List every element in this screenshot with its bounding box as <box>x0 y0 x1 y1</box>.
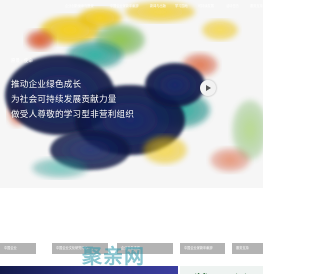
hero-banner: 企业创新使命与愿景 中国企业家新年献辞 新闻与出版 学习园地 可持续发展 活动日… <box>0 0 263 188</box>
nav-item-calendar[interactable]: 活动日历 <box>226 2 239 10</box>
tab-enterprise[interactable]: 中国企业 <box>0 243 36 254</box>
hero-headline-line-3: 做受人尊敬的学习型非营利组织 <box>11 110 135 120</box>
nav-item-news[interactable]: 新闻与出版 <box>150 2 166 10</box>
ink-in-water-image <box>5 2 263 178</box>
hero-tagline: 愿景 · 使命 <box>11 59 33 64</box>
hero-headline-line-2: 为社会可持续发展贡献力量 <box>11 95 117 105</box>
hero-headline-line-1: 推动企业绿色成长 <box>11 80 82 90</box>
watermark-logo: 聚亲网 <box>82 244 145 268</box>
play-icon <box>206 84 211 91</box>
promo-banner-dark[interactable] <box>0 266 178 274</box>
tab-new-year-message[interactable]: 中国企业家新年献辞 <box>180 243 225 254</box>
nav-item-learning[interactable]: 学习园地 <box>175 2 188 10</box>
top-nav: 企业创新使命与愿景 中国企业家新年献辞 新闻与出版 学习园地 可持续发展 活动日… <box>0 2 263 10</box>
tab-service-support[interactable]: 服务支持 <box>232 243 263 254</box>
nav-item-new-year[interactable]: 中国企业家新年献辞 <box>110 2 139 10</box>
play-button[interactable] <box>200 80 216 96</box>
promo-banner-palm[interactable] <box>180 266 263 274</box>
nav-item-support[interactable]: 服务支持 <box>250 2 263 10</box>
nav-item-mission[interactable]: 企业创新使命与愿景 <box>65 2 94 10</box>
nav-item-sustain[interactable]: 可持续发展 <box>198 2 214 10</box>
